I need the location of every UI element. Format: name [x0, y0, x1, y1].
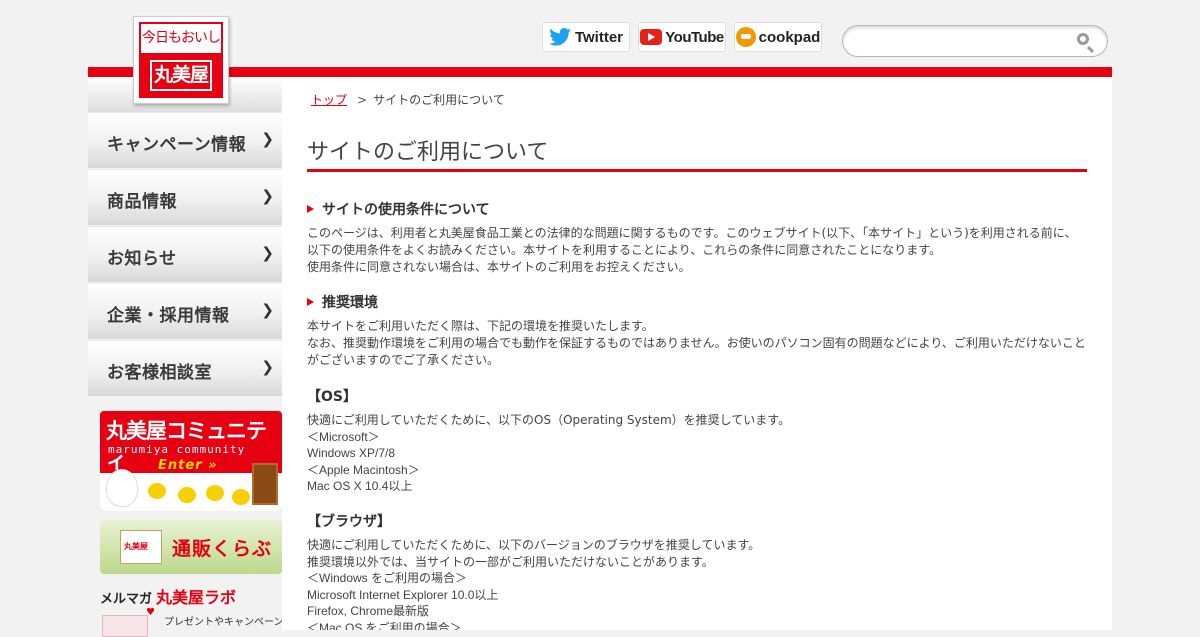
os-line: ＜Microsoft＞	[307, 429, 380, 444]
browser-line: Firefox, Chrome最新版	[307, 604, 430, 618]
triangle-bullet-icon	[307, 298, 314, 306]
environment-line: 本サイトをご利用いただく際は、下記の環境を推奨いたします。	[307, 319, 654, 333]
environment-section: 推奨環境 本サイトをご利用いただく際は、下記の環境を推奨いたします。 なお、推奨…	[307, 292, 1097, 369]
header-red-bar	[88, 67, 1112, 77]
cookpad-chef-icon	[735, 27, 756, 47]
hen-illustration	[106, 469, 138, 507]
sidebar-item-products[interactable]: 商品情報 ❯	[88, 169, 282, 225]
breadcrumb-current: サイトのご利用について	[373, 93, 505, 107]
sidebar-item-support[interactable]: お客様相談室 ❯	[88, 340, 282, 396]
sidebar-item-label: 企業・採用情報	[107, 306, 230, 326]
main-content: トップ > サイトのご利用について サイトのご利用について サイトの使用条件について…	[282, 77, 1112, 630]
os-heading: 【OS】	[307, 389, 357, 405]
youtube-link[interactable]: YouTube	[638, 22, 726, 52]
chevron-right-icon: ❯	[261, 187, 274, 205]
logo-brand: 丸美屋	[150, 60, 212, 91]
os-line: Windows XP/7/8	[307, 446, 396, 460]
search-input[interactable]	[855, 32, 1069, 52]
heart-icon: ♥	[146, 607, 155, 618]
terms-line: 使用条件に同意されない場合は、本サイトのご利用をお控えください。	[307, 260, 691, 274]
browser-line: 快適にご利用していただくために、以下のバージョンのブラウザを推奨しています。	[307, 538, 761, 552]
search-icon[interactable]	[1077, 33, 1089, 45]
site-header: 今日もおいしく 丸美屋 Twitter YouTube cookpad	[0, 0, 1200, 104]
breadcrumb-top-link[interactable]: トップ	[307, 93, 351, 107]
browser-line: 推奨環境以外では、当サイトの一部がご利用いただけないことがあります。	[307, 554, 714, 569]
browser-section: 【ブラウザ】 快適にご利用していただくために、以下のバージョンのブラウザを推奨し…	[307, 511, 1097, 630]
youtube-play-icon	[640, 29, 663, 45]
environment-line: なお、推奨動作環境をご利用の場合でも動作を保証するものではありません。お使いのパ…	[307, 336, 1086, 350]
terms-line: このページは、利用者と丸美屋食品工業との法律的な問題に関するものです。このウェブ…	[307, 226, 1077, 240]
terms-heading: サイトの使用条件について	[307, 199, 1097, 219]
terms-section: サイトの使用条件について このページは、利用者と丸美屋食品工業との法律的な問題に…	[307, 199, 1097, 276]
triangle-bullet-icon	[307, 205, 314, 213]
sidebar-item-company[interactable]: 企業・採用情報 ❯	[88, 283, 282, 339]
twitter-label: Twitter	[574, 28, 624, 46]
marumiya-logo[interactable]: 今日もおいしく 丸美屋	[133, 16, 229, 104]
logo-brand-block: 丸美屋	[139, 53, 223, 98]
chick-icon	[148, 483, 166, 499]
sidebar-item-label: キャンペーン情報	[107, 135, 247, 155]
mailmag-heading[interactable]: メルマガ 丸美屋ラボ	[100, 584, 236, 608]
environment-heading-text: 推奨環境	[322, 295, 378, 311]
sidebar: キャンペーン情報 ❯ 商品情報 ❯ お知らせ ❯ 企業・採用情報 ❯ お客様相談…	[88, 77, 284, 637]
envelope-icon	[102, 615, 148, 637]
browser-line: Microsoft Internet Explorer 10.0以上	[307, 587, 499, 602]
environment-line: がございますのでご了承ください。	[307, 353, 500, 367]
sidebar-item-news[interactable]: お知らせ ❯	[88, 226, 282, 282]
breadcrumb: トップ > サイトのご利用について	[307, 91, 505, 108]
browser-line: ＜Mac OS をご利用の場合＞	[307, 620, 462, 631]
twitter-link[interactable]: Twitter	[542, 22, 630, 52]
chevron-right-icon: ❯	[261, 130, 274, 148]
os-line: ＜Apple Macintosh＞	[307, 462, 420, 477]
environment-heading: 推奨環境	[307, 292, 1097, 312]
gift-box-label: 丸美屋	[124, 542, 148, 551]
browser-line: ＜Windows をご利用の場合＞	[307, 571, 468, 585]
sidebar-item-label: お知らせ	[107, 249, 177, 269]
gift-box-icon: 丸美屋	[120, 530, 162, 564]
mailmag-prefix: メルマガ	[100, 592, 153, 607]
breadcrumb-separator: >	[357, 93, 368, 107]
sidebar-item-label: 商品情報	[107, 192, 177, 212]
cookpad-link[interactable]: cookpad	[734, 22, 822, 52]
community-banner-subtitle: marumiya community	[108, 443, 246, 456]
chick-icon	[206, 485, 224, 501]
tsuhan-club-banner[interactable]: 丸美屋 通販くらぶ	[100, 520, 282, 574]
search-box	[842, 25, 1108, 57]
chevron-right-icon: ❯	[261, 301, 274, 319]
door-icon	[252, 463, 278, 505]
terms-line: 以下の使用条件をよくお読みください。本サイトを利用することにより、これらの条件に…	[307, 243, 942, 257]
page-title: サイトのご利用について	[307, 139, 1087, 172]
chick-icon	[232, 489, 250, 505]
os-section: 【OS】 快適にご利用していただくために、以下のOS（Operating Sys…	[307, 386, 1097, 495]
terms-heading-text: サイトの使用条件について	[322, 202, 490, 218]
tsuhan-club-title: 通販くらぶ	[172, 538, 273, 560]
os-line: Mac OS X 10.4以上	[307, 479, 413, 493]
chick-icon	[178, 487, 196, 503]
sidebar-item-campaign[interactable]: キャンペーン情報 ❯	[88, 112, 282, 168]
os-line: 快適にご利用していただくために、以下のOS（Operating System）を…	[307, 413, 791, 427]
mailmag-name: 丸美屋ラボ	[156, 588, 237, 607]
community-enter-label: Enter »	[158, 458, 218, 473]
browser-heading: 【ブラウザ】	[307, 514, 391, 530]
sidebar-item-label: お客様相談室	[107, 363, 212, 383]
twitter-bird-icon	[549, 28, 571, 46]
logo-tagline: 今日もおいしく	[139, 22, 223, 75]
mailmag-note: プレゼントやキャンペーン	[164, 617, 284, 628]
cookpad-label: cookpad	[758, 28, 821, 46]
youtube-label: YouTube	[665, 28, 724, 46]
chevron-right-icon: ❯	[261, 358, 274, 376]
community-banner[interactable]: 丸美屋コミュニティ marumiya community Enter »	[100, 411, 282, 511]
chevron-right-icon: ❯	[261, 244, 274, 262]
